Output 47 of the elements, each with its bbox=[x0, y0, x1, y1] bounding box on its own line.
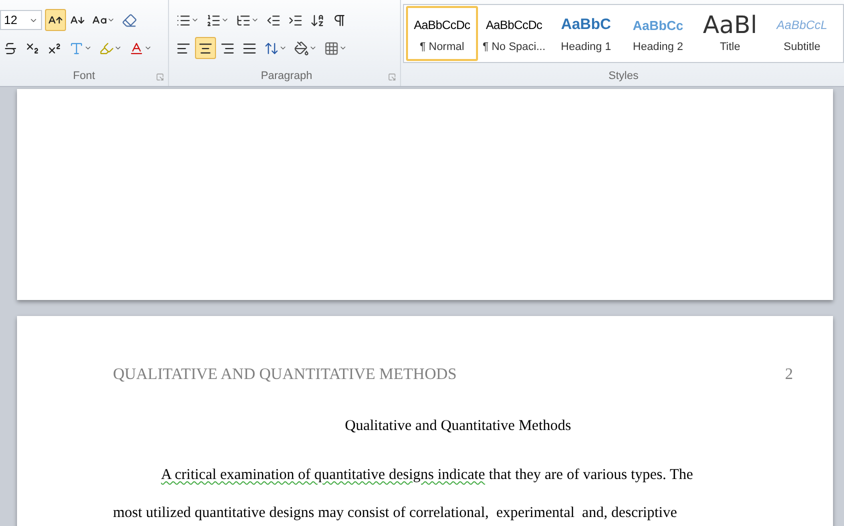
style-item[interactable]: AaBbCc Heading 2 bbox=[622, 6, 694, 61]
caret-icon bbox=[114, 44, 122, 52]
group-label: Styles bbox=[608, 68, 638, 84]
bullet-list-icon bbox=[176, 12, 191, 28]
pilcrow-icon bbox=[332, 12, 347, 28]
caret-icon bbox=[144, 44, 152, 52]
caret-icon bbox=[221, 16, 229, 24]
caret-icon bbox=[309, 44, 317, 52]
align-center-icon bbox=[198, 40, 213, 56]
page-header: QUALITATIVE AND QUANTITATIVE METHODS bbox=[113, 365, 457, 385]
sort-icon bbox=[310, 12, 325, 28]
subscript-icon bbox=[25, 40, 40, 56]
caret-icon bbox=[279, 44, 287, 52]
style-item[interactable]: AaBbC Heading 1 bbox=[550, 6, 622, 61]
toolbar-button[interactable] bbox=[195, 37, 216, 59]
superscript-icon bbox=[47, 40, 62, 56]
group-label: Font bbox=[72, 68, 95, 84]
style-item[interactable]: AaBbCcDc ¶ Normal bbox=[406, 6, 478, 61]
caret-icon bbox=[191, 16, 199, 24]
font-size-field[interactable]: 12 bbox=[0, 10, 42, 30]
align-right-icon bbox=[220, 40, 235, 56]
page-number: 2 bbox=[785, 365, 793, 385]
eraser-icon bbox=[122, 12, 137, 28]
font-color-icon bbox=[129, 40, 144, 56]
decrease-indent-icon bbox=[266, 12, 281, 28]
paint-bucket-icon bbox=[294, 40, 309, 56]
style-item[interactable]: AaBl Title bbox=[694, 6, 766, 61]
toolbar-button[interactable] bbox=[45, 9, 66, 31]
body-paragraph: A critical examination of quantitative designs indicate that they are of various types. The most utilized quantitative designs may consist of correlational, experimental and, descriptive bbox=[113, 466, 694, 522]
style-item[interactable]: AaBbCcDc ¶ No Spaci... bbox=[478, 6, 550, 61]
multilevel-list-icon bbox=[236, 12, 251, 28]
group-label: Paragraph bbox=[260, 68, 312, 84]
document-title: Qualitative and Quantitative Methods bbox=[344, 417, 572, 436]
justify-icon bbox=[242, 40, 257, 56]
strikethrough-icon bbox=[3, 40, 18, 56]
align-left-icon bbox=[176, 40, 191, 56]
line-spacing-icon bbox=[264, 40, 279, 56]
caret-icon bbox=[84, 44, 92, 52]
increase-indent-icon bbox=[288, 12, 303, 28]
text-effects-icon bbox=[69, 40, 84, 56]
caret-icon bbox=[107, 16, 115, 24]
borders-icon bbox=[324, 40, 339, 56]
caret-icon bbox=[251, 16, 259, 24]
caret-icon bbox=[339, 44, 347, 52]
numbered-list-icon bbox=[206, 12, 221, 28]
style-item[interactable]: AaBbCcL Subtitle bbox=[766, 6, 838, 61]
highlighter-icon bbox=[99, 40, 114, 56]
